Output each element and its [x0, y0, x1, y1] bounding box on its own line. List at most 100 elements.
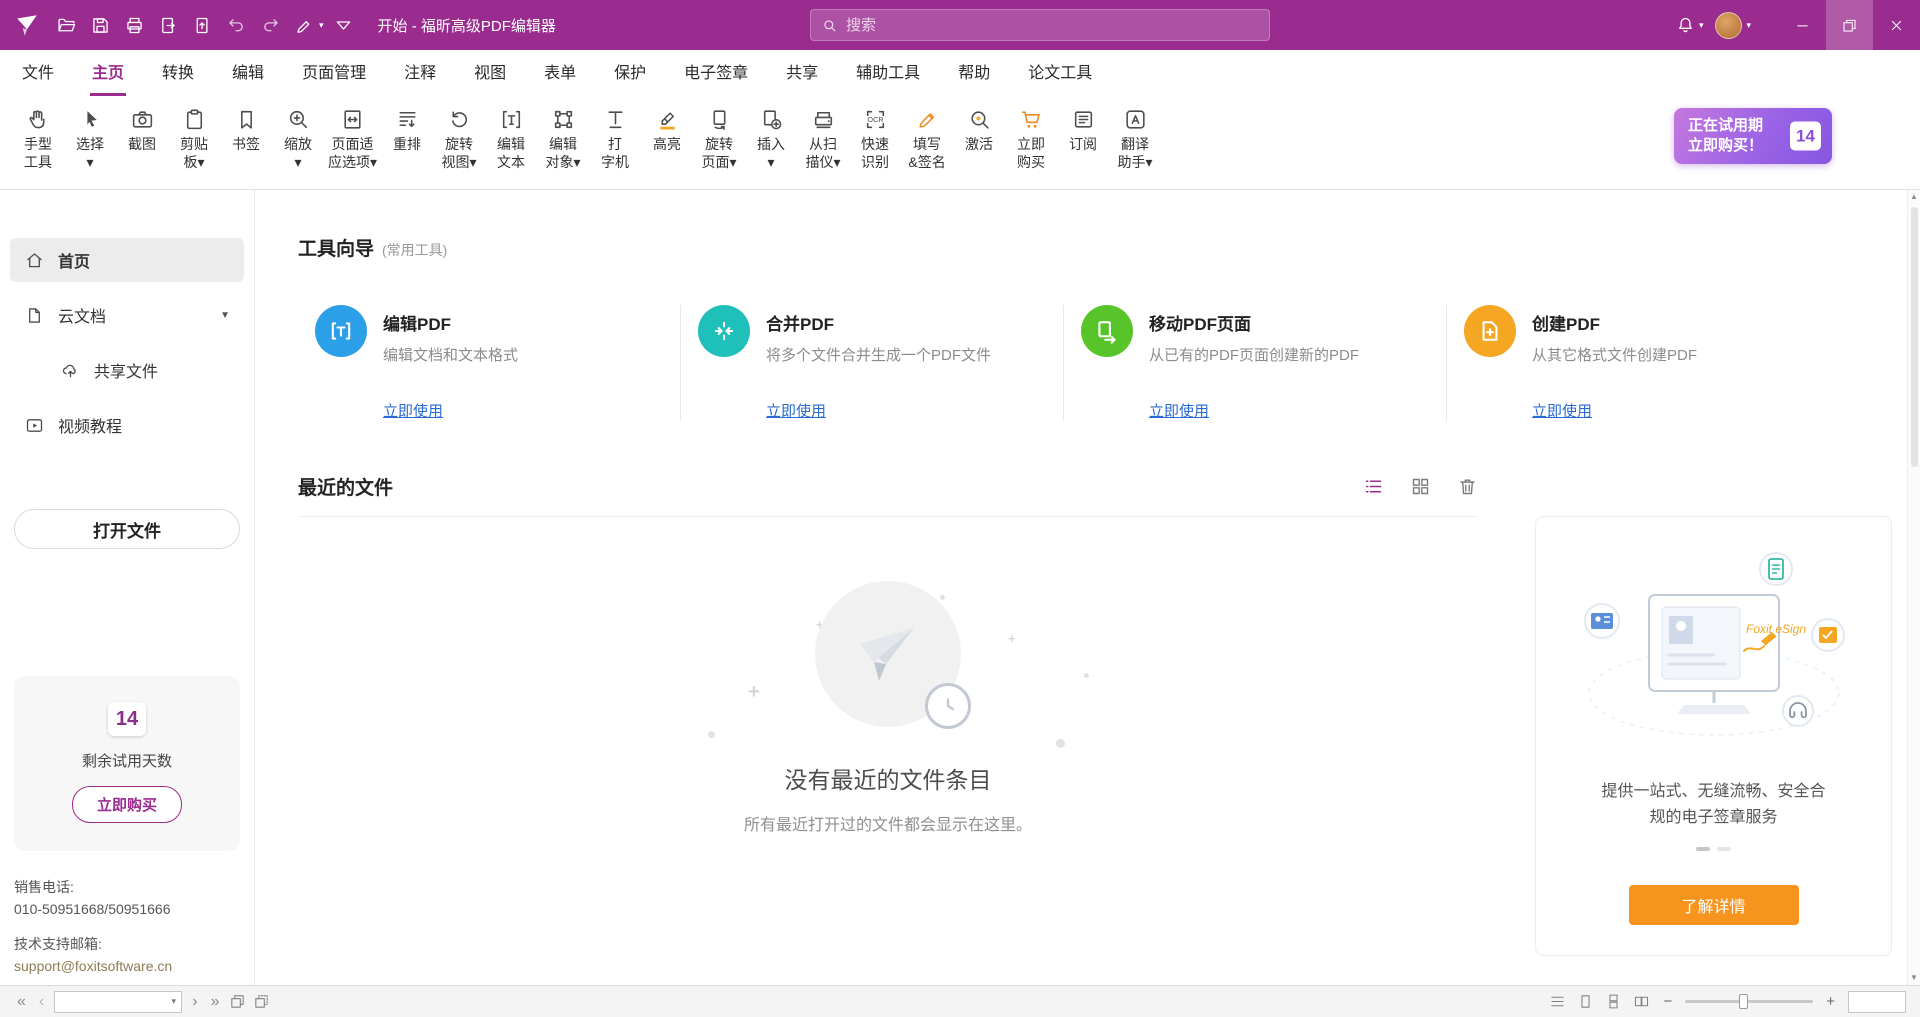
ribbon-tool-subscribe[interactable]: 订阅 [1057, 103, 1109, 172]
scroll-up-button[interactable]: ▲ [1910, 190, 1918, 204]
vertical-scrollbar[interactable]: ▲ ▼ [1907, 190, 1920, 985]
export-pdf-icon[interactable] [152, 7, 185, 43]
menu-convert[interactable]: 转换 [160, 59, 196, 96]
ribbon-tool-fill-sign[interactable]: 填写&签名 [901, 103, 953, 172]
sidebar-item-video-tutorials[interactable]: 视频教程 [10, 403, 244, 447]
list-view-button[interactable] [1363, 476, 1384, 497]
clear-recent-trash-button[interactable] [1457, 476, 1478, 497]
ribbon-tool-page-fit[interactable]: 页面适应选项▾ [324, 103, 381, 172]
ribbon-tool-rotate-pages[interactable]: 旋转页面▾ [693, 103, 745, 172]
ribbon-tool-activate[interactable]: 激活 [953, 103, 1005, 172]
ribbon-tool-ocr[interactable]: OCR 快速识别 [849, 103, 901, 172]
ribbon-tool-reflow[interactable]: 重排 [381, 103, 433, 172]
zoom-slider[interactable] [1685, 1000, 1813, 1003]
grid-view-button[interactable] [1410, 476, 1431, 497]
contact-info: 销售电话: 010-50951668/50951666 技术支持邮箱: supp… [14, 877, 240, 978]
carousel-dot-active[interactable] [1696, 847, 1710, 851]
search-bar[interactable] [810, 9, 1270, 41]
customize-toolbar-icon[interactable] [327, 7, 360, 43]
close-button[interactable] [1873, 0, 1920, 50]
sidebar-item-home[interactable]: 首页 [10, 238, 244, 282]
undo-icon[interactable] [220, 7, 253, 43]
menu-page-management[interactable]: 页面管理 [300, 59, 368, 96]
ribbon-tool-snapshot[interactable]: 截图 [116, 103, 168, 172]
menu-share[interactable]: 共享 [784, 59, 820, 96]
sidebar-item-cloud-docs[interactable]: 云文档 ▼ [10, 293, 244, 337]
ribbon-tool-rotate-view[interactable]: 旋转视图▾ [433, 103, 485, 172]
ribbon-tool-clipboard[interactable]: 剪贴板▾ [168, 103, 220, 172]
print-icon[interactable] [118, 7, 151, 43]
menu-esign[interactable]: 电子签章 [682, 59, 750, 96]
notifications-caret-icon[interactable]: ▾ [1699, 20, 1704, 31]
page-number-input[interactable] [55, 994, 166, 1009]
menu-paper-tools[interactable]: 论文工具 [1026, 59, 1094, 96]
save-icon[interactable] [84, 7, 117, 43]
menu-comment[interactable]: 注释 [402, 59, 438, 96]
first-page-button[interactable]: « [14, 993, 29, 1011]
esign-pen-icon[interactable] [288, 7, 321, 43]
facing-view-button[interactable] [1633, 993, 1650, 1010]
edit-pdf-use-now-link[interactable]: 立即使用 [383, 400, 443, 421]
ribbon-tool-buy[interactable]: 立即购买 [1005, 103, 1057, 172]
ribbon-tool-edit-text[interactable]: 编辑文本 [485, 103, 537, 172]
restore-button[interactable] [1826, 0, 1873, 50]
ribbon-tool-select[interactable]: 选择▾ [64, 103, 116, 172]
minimize-button[interactable] [1779, 0, 1826, 50]
menu-help[interactable]: 帮助 [956, 59, 992, 96]
menu-home[interactable]: 主页 [90, 59, 126, 96]
trial-period-badge[interactable]: 正在试用期 立即购买！ 14 [1674, 108, 1832, 164]
ribbon-tool-highlight[interactable]: 高亮 [641, 103, 693, 172]
menu-accessibility[interactable]: 辅助工具 [854, 59, 922, 96]
continuous-view-button[interactable] [1605, 993, 1622, 1010]
search-input[interactable] [846, 17, 1259, 34]
menu-file[interactable]: 文件 [20, 59, 56, 96]
last-page-button[interactable]: » [208, 993, 223, 1011]
learn-more-button[interactable]: 了解详情 [1629, 885, 1799, 925]
ribbon-tool-insert[interactable]: 插入▾ [745, 103, 797, 172]
scroll-down-button[interactable]: ▼ [1910, 971, 1918, 985]
account-caret-icon[interactable]: ▾ [1746, 20, 1751, 31]
ribbon-tool-edit-object[interactable]: 编辑对象▾ [537, 103, 589, 172]
esign-caret-icon[interactable]: ▾ [319, 20, 324, 31]
ribbon-tool-translate[interactable]: 翻译助手▾ [1109, 103, 1161, 172]
ribbon-tool-zoom[interactable]: 缩放▾ [272, 103, 324, 172]
trial-days-left-badge: 14 [1790, 122, 1821, 151]
buy-now-button[interactable]: 立即购买 [72, 786, 182, 823]
move-pages-use-now-link[interactable]: 立即使用 [1149, 400, 1209, 421]
single-page-view-button[interactable] [1577, 993, 1594, 1010]
ribbon-tool-hand[interactable]: 手型工具 [12, 103, 64, 172]
ribbon-tool-scanner[interactable]: 从扫描仪▾ [797, 103, 849, 172]
menu-protect[interactable]: 保护 [612, 59, 648, 96]
open-file-icon[interactable] [50, 7, 83, 43]
notifications-bell-icon[interactable] [1669, 7, 1702, 43]
support-email-link[interactable]: support@foxitsoftware.cn [14, 956, 240, 978]
ribbon-tool-typewriter[interactable]: 打字机 [589, 103, 641, 172]
previous-page-button[interactable]: ‹ [36, 993, 47, 1011]
share-document-icon[interactable] [186, 7, 219, 43]
ribbon-tool-bookmark[interactable]: 书签 [220, 103, 272, 172]
create-pdf-use-now-link[interactable]: 立即使用 [1532, 400, 1592, 421]
user-avatar[interactable] [1715, 12, 1742, 39]
menu-edit[interactable]: 编辑 [230, 59, 266, 96]
zoom-in-button[interactable]: + [1824, 993, 1837, 1010]
redo-icon[interactable] [254, 7, 287, 43]
page-number-box[interactable]: ▾ [54, 991, 182, 1013]
zoom-out-button[interactable]: − [1661, 993, 1674, 1010]
reading-mode-button[interactable] [1549, 993, 1566, 1010]
cascade-windows-button[interactable] [253, 993, 270, 1010]
menu-view[interactable]: 视图 [472, 59, 508, 96]
zoom-level-box[interactable] [1848, 991, 1906, 1013]
carousel-dot[interactable] [1717, 847, 1731, 851]
scrollbar-thumb[interactable] [1911, 207, 1918, 467]
sidebar-item-shared-files[interactable]: 共享文件 [10, 348, 244, 392]
zoom-slider-thumb[interactable] [1739, 994, 1748, 1009]
cloud-docs-caret-icon[interactable]: ▼ [220, 310, 230, 321]
menu-form[interactable]: 表单 [542, 59, 578, 96]
page-dropdown-caret-icon[interactable]: ▾ [166, 996, 181, 1007]
zoom-level-input[interactable] [1849, 992, 1905, 1012]
merge-pdf-use-now-link[interactable]: 立即使用 [766, 400, 826, 421]
tile-windows-button[interactable] [229, 993, 246, 1010]
open-file-button[interactable]: 打开文件 [14, 509, 240, 549]
next-page-button[interactable]: › [189, 993, 200, 1011]
tool-card-edit-pdf: 编辑PDF 编辑文档和文本格式 立即使用 [298, 305, 681, 421]
